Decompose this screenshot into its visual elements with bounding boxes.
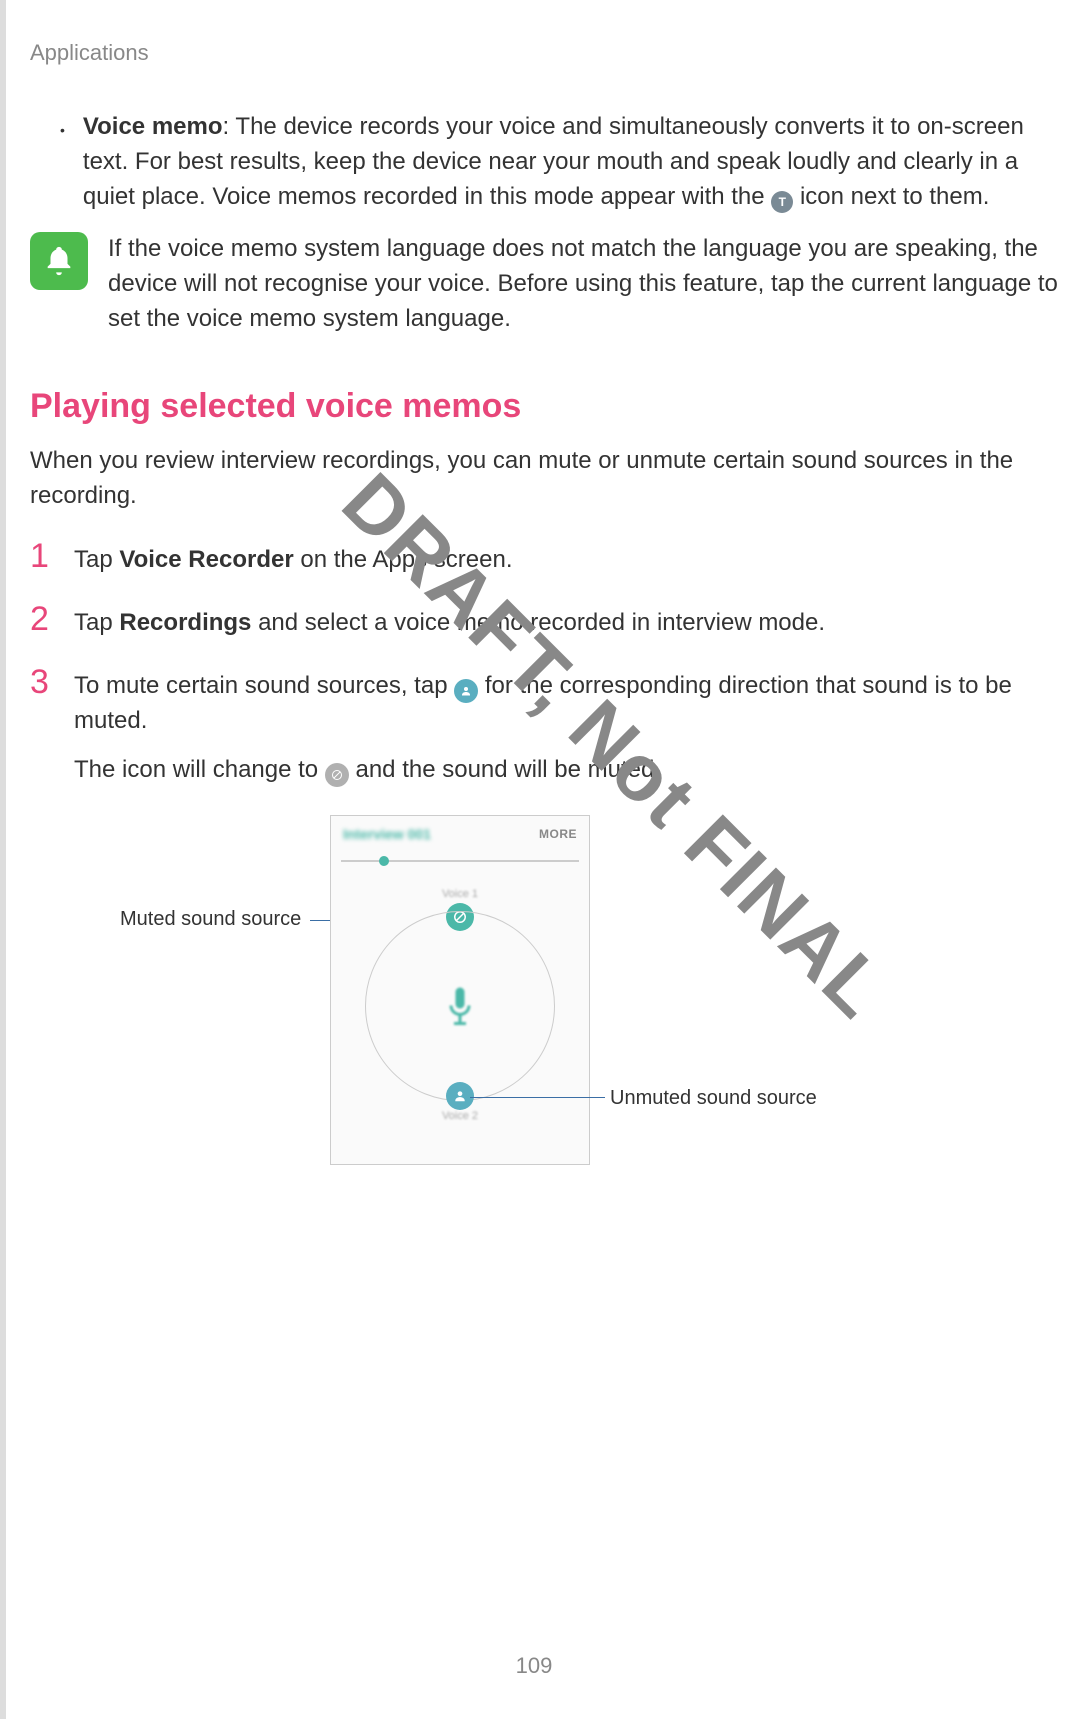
unmuted-source-icon[interactable]: [446, 1082, 474, 1110]
section-heading: Playing selected voice memos: [30, 387, 1058, 426]
voice-2-label: Voice 2: [442, 1110, 478, 1122]
voice-memo-t-icon: T: [771, 191, 793, 213]
slider-thumb[interactable]: [379, 856, 389, 866]
voice-1-label: Voice 1: [442, 888, 478, 900]
note-block: If the voice memo system language does n…: [30, 232, 1058, 336]
step-text: Tap Voice Recorder on the Apps screen.: [74, 543, 1058, 578]
playback-slider[interactable]: [341, 860, 579, 862]
bullet-dot-icon: •: [60, 122, 65, 138]
step-3-line2-post: and the sound will be muted.: [349, 756, 661, 783]
phone-screenshot: Interview 001 MORE Voice 1 Voice 2: [330, 815, 590, 1165]
bell-icon: [30, 232, 88, 290]
step-2: 2 Tap Recordings and select a voice memo…: [30, 606, 1058, 641]
step-2-post: and select a voice memo recorded in inte…: [251, 609, 825, 636]
step-1-post: on the Apps screen.: [294, 546, 513, 573]
bullet-bold: Voice memo: [83, 113, 223, 140]
header-section-label: Applications: [30, 40, 149, 66]
more-button[interactable]: MORE: [539, 827, 577, 841]
step-3-line1-pre: To mute certain sound sources, tap: [74, 672, 454, 699]
step-text: To mute certain sound sources, tap for t…: [74, 669, 1058, 787]
step-1-pre: Tap: [74, 546, 119, 573]
bullet-text: Voice memo: The device records your voic…: [83, 110, 1058, 214]
step-1-bold: Voice Recorder: [119, 546, 293, 573]
phone-header: Interview 001 MORE: [331, 816, 589, 852]
callout-muted: Muted sound source: [120, 908, 301, 931]
bullet-text-2: icon next to them.: [793, 183, 989, 210]
main-content: • Voice memo: The device records your vo…: [30, 110, 1068, 1215]
step-number: 3: [30, 665, 54, 699]
person-icon: [454, 679, 478, 703]
section-intro: When you review interview recordings, yo…: [30, 444, 1058, 514]
recording-title: Interview 001: [343, 826, 431, 842]
step-number: 1: [30, 539, 54, 573]
callout-line: [470, 1097, 605, 1098]
step-text: Tap Recordings and select a voice memo r…: [74, 606, 1058, 641]
step-2-pre: Tap: [74, 609, 119, 636]
callout-unmuted: Unmuted sound source: [610, 1087, 817, 1110]
bullet-item: • Voice memo: The device records your vo…: [30, 110, 1058, 214]
step-3: 3 To mute certain sound sources, tap for…: [30, 669, 1058, 787]
step-number: 2: [30, 602, 54, 636]
page-border: [0, 0, 6, 1719]
step-3-line2-pre: The icon will change to: [74, 756, 325, 783]
note-text: If the voice memo system language does n…: [108, 232, 1058, 336]
step-1: 1 Tap Voice Recorder on the Apps screen.: [30, 543, 1058, 578]
microphone-icon: [442, 984, 478, 1030]
screenshot-block: Muted sound source Interview 001 MORE Vo…: [30, 815, 1058, 1215]
mute-icon: [325, 763, 349, 787]
page-number: 109: [516, 1653, 553, 1679]
step-2-bold: Recordings: [119, 609, 251, 636]
